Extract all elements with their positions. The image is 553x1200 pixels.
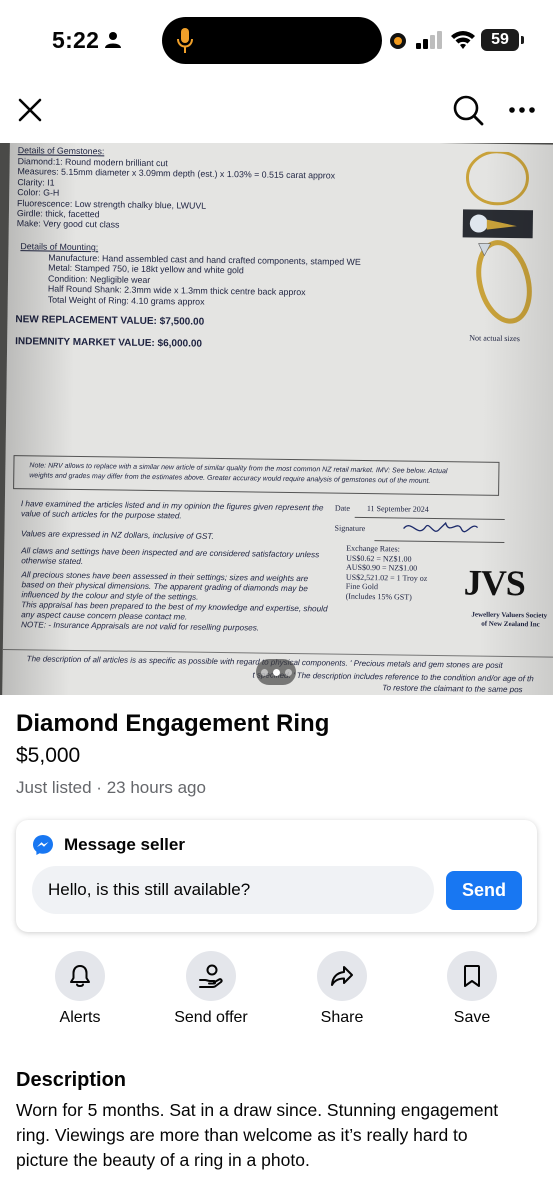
- jvs-logo: JVS: [463, 562, 526, 604]
- save-circle: [447, 951, 497, 1001]
- bookmark-icon: [464, 965, 480, 987]
- doc-society-line-2: of New Zealand Inc: [481, 619, 540, 629]
- cellular-signal-icon: [416, 31, 442, 49]
- doc-replacement-value: NEW REPLACEMENT VALUE: $7,500.00: [15, 314, 205, 328]
- doc-signature-label: Signature: [334, 523, 366, 533]
- message-seller-card: Message seller Send: [16, 820, 537, 932]
- doc-mount-line: Total Weight of Ring: 4.10 grams approx: [47, 294, 205, 307]
- doc-date-value: 11 September 2024: [366, 504, 429, 514]
- status-bar: 5:22 59: [0, 0, 553, 82]
- doc-exchange-line: (Includes 15% GST): [345, 591, 412, 602]
- message-seller-header: Message seller: [32, 834, 185, 856]
- search-button[interactable]: [446, 88, 490, 132]
- wifi-icon: [451, 31, 475, 49]
- listing-timestamp: Just listed · 23 hours ago: [16, 778, 206, 797]
- messenger-icon: [33, 835, 53, 855]
- alerts-label: Alerts: [59, 1009, 101, 1026]
- listing-title: Diamond Engagement Ring: [16, 710, 330, 737]
- pagination-dot: [260, 668, 268, 676]
- alerts-circle: [55, 951, 105, 1001]
- send-offer-button[interactable]: Send offer: [159, 951, 263, 1027]
- doc-statement-line: otherwise stated.: [21, 556, 84, 567]
- share-icon: [331, 966, 353, 986]
- send-offer-label: Send offer: [174, 1009, 248, 1026]
- send-button[interactable]: Send: [446, 871, 522, 910]
- more-options-button[interactable]: [500, 88, 544, 132]
- status-time: 5:22: [52, 27, 100, 53]
- send-offer-circle: [186, 951, 236, 1001]
- more-dots-icon: [509, 107, 535, 113]
- doc-statement-line: Values are expressed in NZ dollars, incl…: [20, 529, 214, 541]
- offer-icon: [199, 964, 223, 988]
- doc-gem-heading: Details of Gemstones:: [17, 145, 105, 157]
- doc-indemnity-value: INDEMNITY MARKET VALUE: $6,000.00: [15, 336, 203, 350]
- doc-gem-line: Make: Very good cut class: [16, 218, 120, 230]
- dynamic-island: [162, 17, 382, 64]
- listing-price: $5,000: [16, 744, 81, 767]
- doc-gem-line: Measures: 5.15mm diameter x 3.09mm depth…: [17, 166, 336, 181]
- close-button[interactable]: [8, 88, 52, 132]
- doc-mount-heading: Details of Mounting:: [20, 241, 99, 253]
- battery-cap: [521, 36, 524, 44]
- battery-level: 59: [481, 29, 519, 51]
- save-button[interactable]: Save: [420, 951, 524, 1027]
- doc-footer-line-3: To restore the claimant to the same pos: [382, 683, 523, 695]
- doc-gem-line: Clarity: I1: [17, 176, 55, 188]
- description-heading: Description: [16, 1069, 127, 1091]
- pagination-dot-active: [272, 668, 280, 676]
- close-icon: [18, 98, 42, 122]
- bell-icon: [70, 965, 90, 987]
- pagination-dot: [284, 668, 292, 676]
- doc-date-label: Date: [334, 503, 351, 513]
- description-text: Worn for 5 months. Sat in a draw since. …: [16, 1100, 499, 1170]
- share-circle: [317, 951, 367, 1001]
- recording-indicator: [390, 33, 406, 49]
- share-label: Share: [320, 1009, 364, 1026]
- doc-gem-line: Color: G-H: [17, 187, 60, 198]
- doc-gem-line: Girdle: thick, facetted: [16, 208, 100, 220]
- doc-statement-line: NOTE: - Insurance Appraisals are not val…: [20, 620, 260, 633]
- appraisal-document-image: Details of Gemstones: Diamond:1: Round m…: [2, 143, 553, 695]
- share-button[interactable]: Share: [290, 951, 394, 1027]
- alerts-button[interactable]: Alerts: [28, 951, 132, 1027]
- doc-statement-line: value of such articles for the purpose s…: [20, 509, 182, 521]
- search-icon: [453, 95, 484, 126]
- message-seller-title: Message seller: [64, 835, 185, 854]
- microphone-icon: [177, 28, 193, 53]
- handwritten-signature: [403, 521, 479, 533]
- doc-not-actual-sizes: Not actual sizes: [469, 333, 520, 344]
- photo-pagination: [256, 659, 296, 685]
- listing-photo[interactable]: Details of Gemstones: Diamond:1: Round m…: [0, 143, 553, 695]
- message-input[interactable]: [32, 866, 434, 914]
- person-icon: [105, 32, 121, 48]
- ring-illustration: [462, 151, 534, 324]
- save-label: Save: [453, 1009, 491, 1026]
